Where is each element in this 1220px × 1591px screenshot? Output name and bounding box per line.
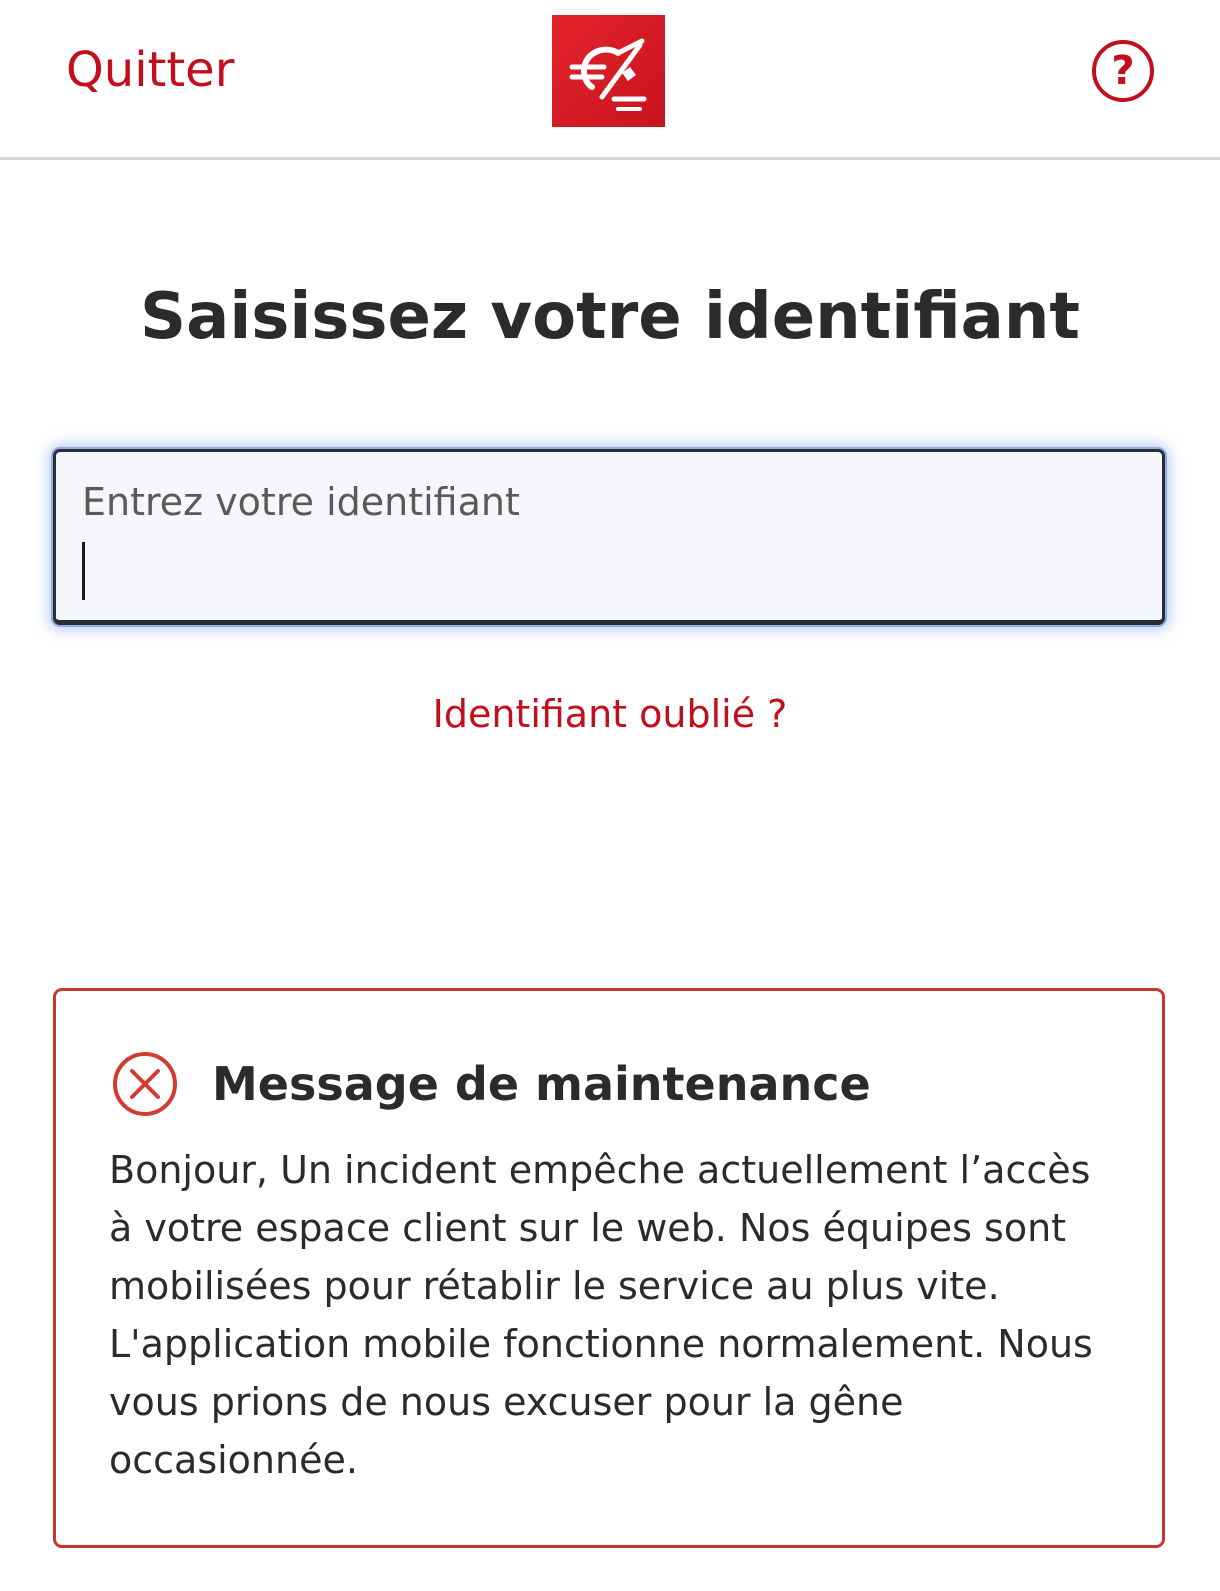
alert-title: Message de maintenance bbox=[212, 1057, 871, 1111]
text-caret bbox=[82, 542, 85, 600]
forgot-identifier-link[interactable]: Identifiant oublié ? bbox=[0, 688, 1220, 740]
identifier-field[interactable]: Entrez votre identifiant bbox=[53, 449, 1165, 625]
maintenance-alert: Message de maintenance Bonjour, Un incid… bbox=[53, 988, 1165, 1548]
error-x-circle-icon bbox=[112, 1051, 178, 1117]
question-mark-icon: ? bbox=[1111, 48, 1135, 94]
alert-message: Bonjour, Un incident empêche actuellemen… bbox=[109, 1148, 1093, 1482]
top-bar: Quitter ? bbox=[0, 0, 1220, 160]
help-button[interactable]: ? bbox=[1092, 40, 1154, 102]
page-title: Saisissez votre identifiant bbox=[140, 280, 1080, 354]
caisse-epargne-logo-icon bbox=[552, 15, 665, 127]
identifier-field-label: Entrez votre identifiant bbox=[82, 480, 520, 524]
identifier-input[interactable] bbox=[78, 538, 1146, 602]
quit-link[interactable]: Quitter bbox=[66, 40, 234, 100]
